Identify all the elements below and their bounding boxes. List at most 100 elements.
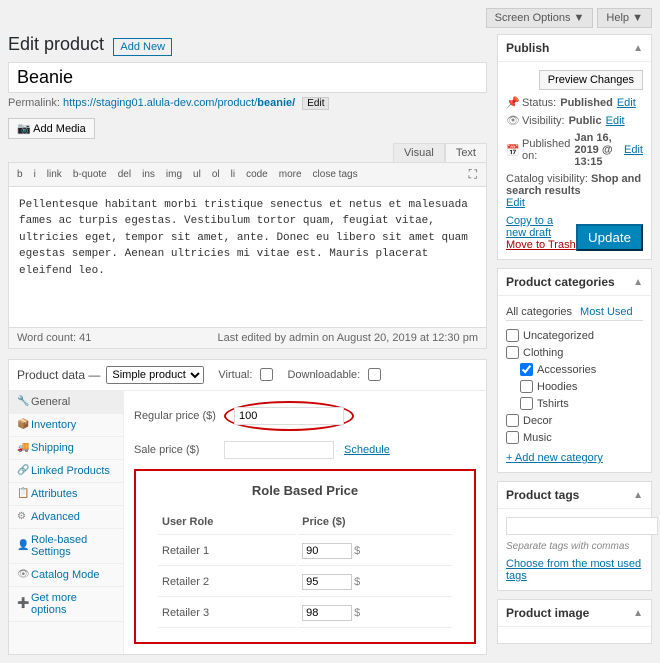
pdata-tab-inventory[interactable]: 📦Inventory	[9, 414, 123, 437]
editor-btn-img[interactable]: img	[161, 166, 187, 183]
category-label: Music	[523, 432, 552, 444]
toggle-icon[interactable]: ▲	[633, 490, 643, 501]
table-row: Retailer 2$	[158, 568, 452, 597]
toggle-icon[interactable]: ▲	[633, 277, 643, 288]
pdata-tab-shipping[interactable]: 🚚Shipping	[9, 437, 123, 460]
category-checkbox[interactable]	[506, 431, 519, 444]
date-edit-link[interactable]: Edit	[624, 144, 643, 156]
category-checkbox[interactable]	[520, 380, 533, 393]
category-label: Uncategorized	[523, 330, 594, 342]
category-item: Hoodies	[506, 378, 643, 395]
editor-btn-code[interactable]: code	[241, 166, 273, 183]
word-count: Word count: 41	[17, 332, 91, 344]
editor-textarea[interactable]: Pellentesque habitant morbi tristique se…	[9, 187, 486, 327]
role-name: Retailer 2	[158, 568, 296, 597]
copy-draft-link[interactable]: Copy to a new draft	[506, 215, 576, 239]
category-checkbox[interactable]	[506, 346, 519, 359]
category-checkbox[interactable]	[506, 414, 519, 427]
product-data-label: Product data —	[17, 368, 100, 382]
table-row: Retailer 1$	[158, 537, 452, 566]
product-title-input[interactable]	[8, 62, 487, 93]
pdata-tab-linked-products[interactable]: 🔗Linked Products	[9, 460, 123, 483]
toggle-icon[interactable]: ▲	[633, 43, 643, 54]
editor-btn-i[interactable]: i	[29, 166, 41, 183]
visual-tab[interactable]: Visual	[393, 143, 445, 162]
visibility-edit-link[interactable]: Edit	[606, 115, 625, 127]
category-item: Uncategorized	[506, 327, 643, 344]
sale-price-input[interactable]	[224, 441, 334, 459]
most-used-tab[interactable]: Most Used	[580, 304, 633, 320]
tag-hint: Separate tags with commas	[506, 541, 643, 552]
pin-icon: 📌	[506, 96, 518, 109]
role-price-input[interactable]	[302, 605, 352, 621]
permalink-link[interactable]: https://staging01.alula-dev.com/product/…	[63, 97, 295, 109]
pdata-tab-attributes[interactable]: 📋Attributes	[9, 483, 123, 506]
category-checkbox[interactable]	[506, 329, 519, 342]
all-categories-tab[interactable]: All categories	[506, 304, 572, 320]
product-type-select[interactable]: Simple product	[106, 366, 204, 384]
editor-btn-more[interactable]: more	[274, 166, 307, 183]
editor-btn-ol[interactable]: ol	[207, 166, 225, 183]
category-item: Clothing	[506, 344, 643, 361]
publish-title: Publish	[506, 41, 549, 55]
text-tab[interactable]: Text	[445, 143, 487, 162]
editor-btn-b[interactable]: b	[12, 166, 28, 183]
editor-btn-b-quote[interactable]: b-quote	[68, 166, 112, 183]
tab-icon: 🔗	[17, 465, 27, 476]
virtual-checkbox[interactable]	[260, 368, 273, 381]
screen-options-button[interactable]: Screen Options ▼	[486, 8, 594, 28]
pdata-tab-role-based-settings[interactable]: 👤Role-based Settings	[9, 529, 123, 564]
content-editor: bilinkb-quotedelinsimgulollicodemoreclos…	[8, 162, 487, 349]
catalog-edit-link[interactable]: Edit	[506, 197, 525, 209]
editor-btn-ul[interactable]: ul	[188, 166, 206, 183]
last-edited: Last edited by admin on August 20, 2019 …	[217, 332, 478, 344]
camera-icon: 📷	[17, 123, 31, 135]
category-item: Accessories	[506, 361, 643, 378]
tab-icon: 🔧	[17, 396, 27, 407]
expand-icon[interactable]: ⛶	[464, 164, 482, 185]
pdata-tab-catalog-mode[interactable]: 👁Catalog Mode	[9, 564, 123, 587]
pdata-tab-get-more-options[interactable]: ➕Get more options	[9, 587, 123, 622]
editor-btn-del[interactable]: del	[113, 166, 136, 183]
role-name: Retailer 3	[158, 599, 296, 628]
tag-input[interactable]	[506, 517, 658, 535]
update-button[interactable]: Update	[576, 224, 643, 251]
choose-tags-link[interactable]: Choose from the most used tags	[506, 558, 641, 582]
pdata-tab-general[interactable]: 🔧General	[9, 391, 123, 414]
tab-icon: 📦	[17, 419, 27, 430]
toggle-icon[interactable]: ▲	[633, 608, 643, 619]
permalink-edit-button[interactable]: Edit	[302, 97, 329, 110]
add-category-link[interactable]: + Add new category	[506, 452, 603, 464]
editor-btn-close tags[interactable]: close tags	[308, 166, 363, 183]
role-based-price-title: Role Based Price	[156, 483, 454, 498]
product-image-title: Product image	[506, 606, 589, 620]
regular-price-input[interactable]	[234, 407, 344, 425]
eye-icon: 👁	[506, 114, 518, 127]
editor-btn-link[interactable]: link	[42, 166, 67, 183]
add-new-button[interactable]: Add New	[113, 38, 172, 56]
tab-icon: 🚚	[17, 442, 27, 453]
sale-price-label: Sale price ($)	[134, 444, 224, 456]
editor-btn-ins[interactable]: ins	[137, 166, 160, 183]
status-edit-link[interactable]: Edit	[617, 97, 636, 109]
category-checkbox[interactable]	[520, 397, 533, 410]
pdata-tab-advanced[interactable]: ⚙Advanced	[9, 506, 123, 529]
table-row: Retailer 3$	[158, 599, 452, 628]
preview-changes-button[interactable]: Preview Changes	[539, 70, 643, 90]
regular-price-label: Regular price ($)	[134, 410, 224, 422]
category-checkbox[interactable]	[520, 363, 533, 376]
add-media-button[interactable]: 📷 Add Media	[8, 118, 95, 139]
downloadable-label: Downloadable:	[287, 369, 360, 381]
move-trash-link[interactable]: Move to Trash	[506, 239, 576, 251]
category-item: Tshirts	[506, 395, 643, 412]
downloadable-checkbox[interactable]	[368, 368, 381, 381]
tab-icon: 📋	[17, 488, 27, 499]
role-price-input[interactable]	[302, 543, 352, 559]
editor-btn-li[interactable]: li	[226, 166, 240, 183]
role-price-input[interactable]	[302, 574, 352, 590]
category-label: Tshirts	[537, 398, 569, 410]
price-header: Price ($)	[298, 510, 452, 535]
help-button[interactable]: Help ▼	[597, 8, 652, 28]
schedule-link[interactable]: Schedule	[344, 444, 390, 456]
virtual-label: Virtual:	[218, 369, 252, 381]
